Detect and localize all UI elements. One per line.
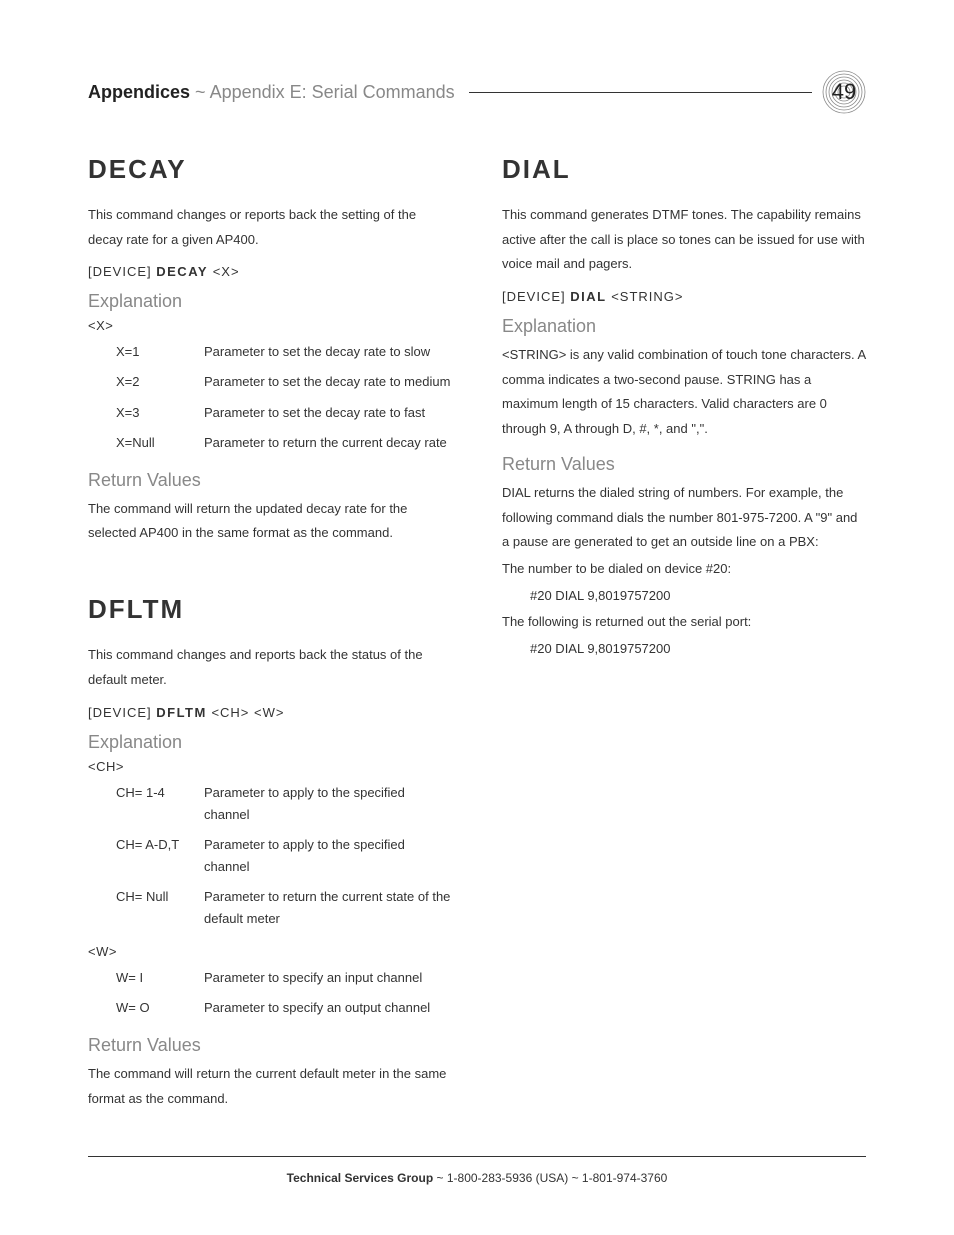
dfltm-ch-table: CH= 1-4Parameter to apply to the specifi… bbox=[116, 778, 452, 935]
dfltm-title: DFLTM bbox=[88, 594, 452, 625]
dfltm-syntax: [DEVICE] DFLTM <CH> <W> bbox=[88, 705, 452, 720]
syntax-prefix: [DEVICE] bbox=[88, 705, 156, 720]
dial-intro: This command generates DTMF tones. The c… bbox=[502, 203, 866, 277]
dfltm-return-text: The command will return the current defa… bbox=[88, 1062, 452, 1111]
syntax-prefix: [DEVICE] bbox=[502, 289, 570, 304]
breadcrumb-sub: Appendix E: Serial Commands bbox=[210, 82, 455, 102]
syntax-args: <STRING> bbox=[607, 289, 684, 304]
dial-syntax: [DEVICE] DIAL <STRING> bbox=[502, 289, 866, 304]
decay-param-label: <X> bbox=[88, 318, 452, 333]
page-number: 49 bbox=[822, 70, 866, 114]
syntax-command: DFLTM bbox=[156, 705, 207, 720]
table-row: X=3Parameter to set the decay rate to fa… bbox=[116, 398, 450, 428]
dial-example-code-2: #20 DIAL 9,8019757200 bbox=[530, 637, 866, 662]
right-column: DIAL This command generates DTMF tones. … bbox=[502, 146, 866, 1124]
dfltm-explanation-heading: Explanation bbox=[88, 732, 452, 753]
dial-example-code-1: #20 DIAL 9,8019757200 bbox=[530, 584, 866, 609]
breadcrumb-sep: ~ bbox=[190, 82, 210, 102]
footer-contact: ~ 1-800-283-5936 (USA) ~ 1-801-974-3760 bbox=[433, 1171, 667, 1185]
page-footer: Technical Services Group ~ 1-800-283-593… bbox=[88, 1156, 866, 1185]
dial-explanation-text: <STRING> is any valid combination of tou… bbox=[502, 343, 866, 442]
decay-return-heading: Return Values bbox=[88, 470, 452, 491]
breadcrumb: Appendices ~ Appendix E: Serial Commands bbox=[88, 82, 455, 103]
header-rule bbox=[469, 92, 812, 93]
left-column: DECAY This command changes or reports ba… bbox=[88, 146, 452, 1124]
decay-params-table: X=1Parameter to set the decay rate to sl… bbox=[116, 337, 450, 457]
dfltm-return-heading: Return Values bbox=[88, 1035, 452, 1056]
decay-syntax: [DEVICE] DECAY <X> bbox=[88, 264, 452, 279]
table-row: CH= 1-4Parameter to apply to the specifi… bbox=[116, 778, 452, 830]
syntax-command: DECAY bbox=[156, 264, 208, 279]
footer-group: Technical Services Group bbox=[287, 1171, 434, 1185]
dfltm-w-table: W= IParameter to specify an input channe… bbox=[116, 963, 430, 1023]
table-row: W= OParameter to specify an output chann… bbox=[116, 993, 430, 1023]
dial-example-label-2: The following is returned out the serial… bbox=[502, 610, 866, 635]
dfltm-w-label: <W> bbox=[88, 944, 452, 959]
dfltm-ch-label: <CH> bbox=[88, 759, 452, 774]
dial-title: DIAL bbox=[502, 154, 866, 185]
decay-explanation-heading: Explanation bbox=[88, 291, 452, 312]
table-row: CH= NullParameter to return the current … bbox=[116, 882, 452, 934]
decay-intro: This command changes or reports back the… bbox=[88, 203, 452, 252]
table-row: W= IParameter to specify an input channe… bbox=[116, 963, 430, 993]
page-number-badge: 49 bbox=[822, 70, 866, 114]
syntax-args: <CH> <W> bbox=[207, 705, 285, 720]
page-header: Appendices ~ Appendix E: Serial Commands… bbox=[88, 70, 866, 114]
content-columns: DECAY This command changes or reports ba… bbox=[88, 146, 866, 1124]
table-row: X=2Parameter to set the decay rate to me… bbox=[116, 367, 450, 397]
table-row: CH= A-D,TParameter to apply to the speci… bbox=[116, 830, 452, 882]
decay-title: DECAY bbox=[88, 154, 452, 185]
dfltm-intro: This command changes and reports back th… bbox=[88, 643, 452, 692]
table-row: X=1Parameter to set the decay rate to sl… bbox=[116, 337, 450, 367]
dial-example-label-1: The number to be dialed on device #20: bbox=[502, 557, 866, 582]
dial-return-heading: Return Values bbox=[502, 454, 866, 475]
breadcrumb-section: Appendices bbox=[88, 82, 190, 102]
dial-explanation-heading: Explanation bbox=[502, 316, 866, 337]
decay-return-text: The command will return the updated deca… bbox=[88, 497, 452, 546]
syntax-command: DIAL bbox=[570, 289, 606, 304]
syntax-args: <X> bbox=[208, 264, 239, 279]
dial-return-text: DIAL returns the dialed string of number… bbox=[502, 481, 866, 555]
table-row: X=NullParameter to return the current de… bbox=[116, 428, 450, 458]
syntax-prefix: [DEVICE] bbox=[88, 264, 156, 279]
